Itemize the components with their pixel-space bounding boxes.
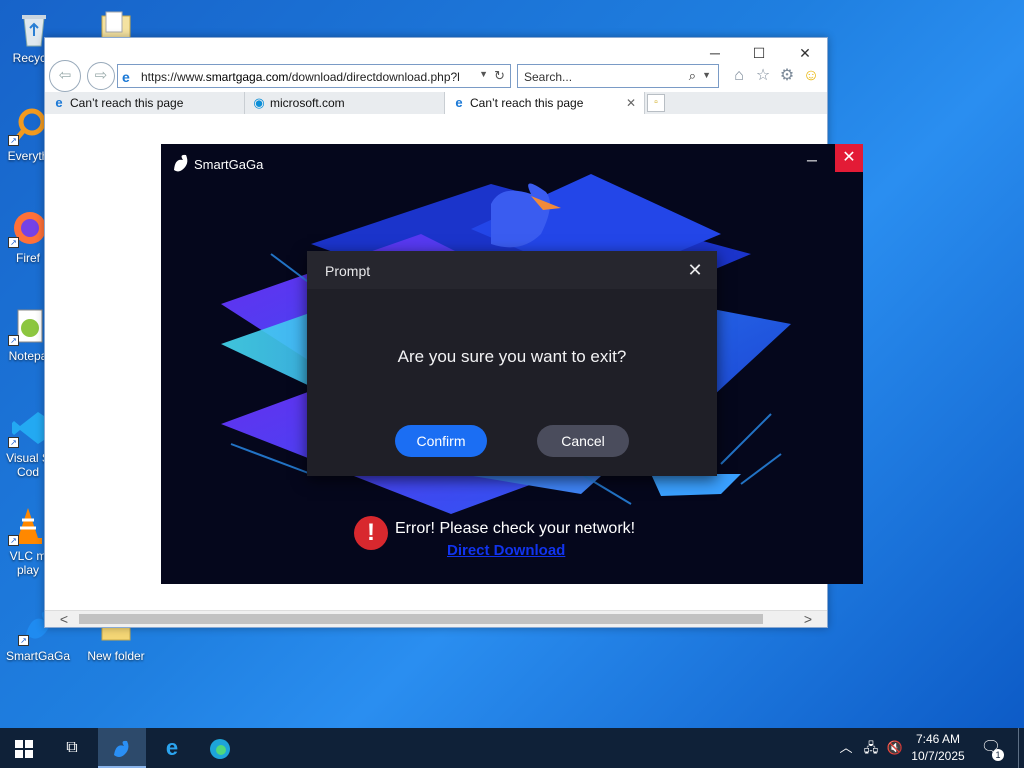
app-minimize-button[interactable]: ─	[801, 150, 823, 170]
tab-label: Can’t reach this page	[470, 96, 584, 110]
cancel-button[interactable]: Cancel	[537, 425, 629, 457]
shortcut-arrow-icon: ↗	[8, 335, 19, 346]
edge-icon: ◉	[253, 95, 265, 110]
clock-date: 10/7/2025	[911, 749, 965, 763]
prompt-close-icon[interactable]: ✕	[685, 260, 705, 280]
favorites-star-icon[interactable]: ☆	[753, 66, 773, 86]
edge-icon	[210, 739, 230, 760]
vscode-icon: ↗	[8, 408, 48, 448]
forward-button[interactable]: ⇨	[87, 62, 115, 90]
vlc-cone-icon: ↗	[8, 506, 48, 546]
browser-toolbar: ─ ☐ ✕ ⇦ ⇨ e https://www.smartgaga.com/do…	[45, 38, 827, 92]
firefox-icon: ↗	[8, 208, 48, 248]
ie-icon: e	[455, 95, 463, 110]
ie-icon: e	[55, 95, 63, 110]
prompt-message: Are you sure you want to exit?	[397, 347, 627, 366]
search-placeholder: Search...	[524, 70, 573, 84]
start-button[interactable]	[0, 728, 48, 768]
maximize-button[interactable]: ☐	[737, 42, 781, 64]
shortcut-arrow-icon: ↗	[8, 535, 19, 546]
tab-microsoft[interactable]: ◉ microsoft.com	[245, 92, 445, 114]
horizontal-scrollbar[interactable]: < >	[45, 610, 827, 627]
taskbar-ie[interactable]: e	[148, 728, 196, 768]
scroll-left-icon[interactable]: <	[53, 611, 75, 627]
scroll-right-icon[interactable]: >	[797, 611, 819, 627]
show-desktop-button[interactable]	[1018, 728, 1019, 768]
refresh-icon[interactable]: ↻	[494, 68, 505, 84]
new-tab-button[interactable]: ▫	[647, 94, 665, 112]
close-tab-icon[interactable]: ✕	[626, 92, 636, 114]
taskbar-edge[interactable]	[196, 728, 244, 768]
url-prefix: https://www.	[141, 70, 206, 84]
exit-prompt-dialog: Prompt ✕ Are you sure you want to exit? …	[307, 251, 717, 476]
close-window-button[interactable]: ✕	[783, 42, 827, 64]
home-icon[interactable]: ⌂	[729, 66, 749, 86]
smartgaga-logo-icon	[174, 154, 188, 172]
direct-download-link[interactable]: Direct Download	[447, 542, 565, 559]
windows-logo-icon	[15, 740, 33, 759]
error-message: Error! Please check your network!	[395, 520, 636, 537]
taskbar-smartgaga[interactable]	[98, 728, 146, 768]
task-view-icon: ⧉	[66, 739, 78, 756]
everything-search-icon: ↗	[8, 106, 48, 146]
forward-arrow-icon: ⇨	[94, 67, 108, 84]
app-close-button[interactable]: ✕	[835, 144, 863, 172]
shortcut-arrow-icon: ↗	[18, 635, 29, 646]
tray-overflow-chevron-icon[interactable]: ︿	[836, 728, 856, 768]
scrollbar-thumb[interactable]	[79, 614, 763, 624]
shortcut-arrow-icon: ↗	[8, 437, 19, 448]
url-domain: smartgaga.com	[205, 70, 289, 84]
minimize-button[interactable]: ─	[693, 42, 737, 64]
ie-icon: e	[165, 735, 179, 760]
tab-cant-reach-active[interactable]: e Can’t reach this page ✕	[445, 92, 645, 114]
ie-page-icon: e	[122, 69, 130, 85]
notification-count: 1	[992, 749, 1004, 761]
notepad-plus-icon: ↗	[8, 306, 48, 346]
action-center-button[interactable]: 🗨 1	[978, 737, 1004, 761]
shortcut-arrow-icon: ↗	[8, 135, 19, 146]
desktop-icon-label: SmartGaGa	[5, 649, 71, 663]
back-button[interactable]: ⇦	[49, 60, 81, 92]
address-dropdown-icon[interactable]: ▼	[479, 69, 488, 79]
smiley-feedback-icon[interactable]: ☺	[801, 66, 821, 86]
back-arrow-icon: ⇦	[58, 67, 72, 84]
clock-time: 7:46 AM	[915, 732, 961, 746]
search-icon[interactable]: ⌕	[689, 68, 696, 84]
confirm-button[interactable]: Confirm	[395, 425, 487, 457]
tab-cant-reach-1[interactable]: e Can’t reach this page	[45, 92, 245, 114]
app-title: SmartGaGa	[194, 157, 264, 172]
taskbar: ⧉ e ︿ 🖧 🔇 7:46 AM 10/7/2025 🗨 1	[0, 728, 1024, 768]
system-clock[interactable]: 7:46 AM 10/7/2025	[900, 731, 976, 765]
url-path: /download/directdownload.php?l	[288, 70, 460, 84]
address-url[interactable]: https://www.smartgaga.com/download/direc…	[141, 70, 477, 84]
prompt-title: Prompt	[325, 263, 371, 279]
prompt-header: Prompt ✕	[307, 251, 717, 289]
task-view-button[interactable]: ⧉	[48, 728, 96, 768]
smartgaga-swan-icon	[114, 741, 129, 758]
search-box[interactable]: Search... ⌕ ▼	[517, 64, 719, 88]
tab-label: microsoft.com	[270, 96, 345, 110]
search-dropdown-icon[interactable]: ▼	[702, 70, 711, 80]
shortcut-arrow-icon: ↗	[8, 237, 19, 248]
settings-gear-icon[interactable]: ⚙	[777, 66, 797, 86]
network-icon[interactable]: 🖧	[860, 728, 882, 768]
address-bar[interactable]: e https://www.smartgaga.com/download/dir…	[117, 64, 511, 88]
error-exclamation-icon: !	[354, 516, 388, 550]
tab-label: Can’t reach this page	[70, 96, 184, 110]
tab-bar: e Can’t reach this page ◉ microsoft.com …	[45, 92, 827, 114]
desktop-icon-label: New folder	[87, 649, 145, 663]
